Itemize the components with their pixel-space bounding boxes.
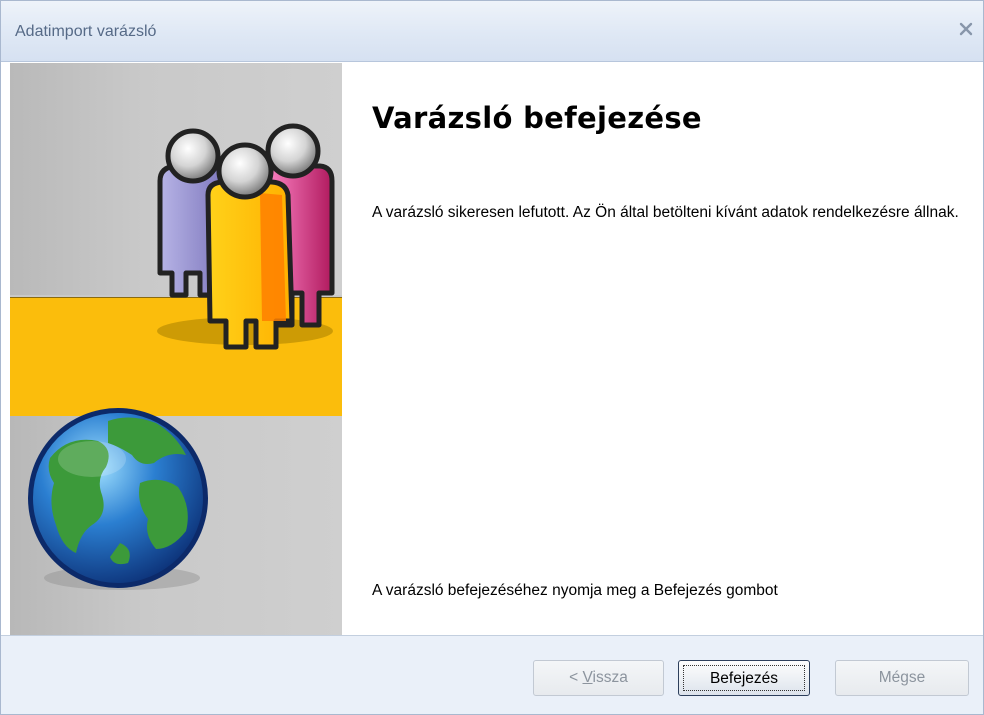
back-button-rest: issza [592, 669, 628, 686]
back-button-mnemonic: V [582, 669, 593, 686]
finish-button-label: Befejezés [683, 665, 805, 691]
cancel-button[interactable]: Mégse [835, 660, 969, 696]
completion-message: A varázsló sikeresen lefutott. Az Ön ált… [372, 204, 959, 221]
close-icon [959, 22, 973, 36]
window-title: Adatimport varázsló [15, 23, 157, 40]
title-bar[interactable]: Adatimport varázsló [1, 1, 983, 62]
finish-hint: A varázsló befejezéséhez nyomja meg a Be… [372, 582, 778, 599]
back-button-prefix: < [569, 669, 583, 686]
cancel-button-label: Mégse [878, 669, 926, 686]
close-button[interactable] [955, 18, 977, 40]
wizard-content: Varázsló befejezése A varázsló sikeresen… [342, 63, 983, 636]
wizard-banner [10, 63, 342, 636]
page-title: Varázsló befejezése [372, 101, 702, 135]
banner-illustration [28, 123, 335, 590]
back-button[interactable]: < Vissza [533, 660, 664, 696]
finish-button[interactable]: Befejezés [678, 660, 810, 696]
wizard-window: Adatimport varázsló Varázsló befejezése … [0, 0, 984, 715]
globe-icon [28, 408, 208, 590]
people-icon [157, 123, 335, 350]
button-bar: < Vissza Befejezés Mégse [1, 635, 983, 714]
